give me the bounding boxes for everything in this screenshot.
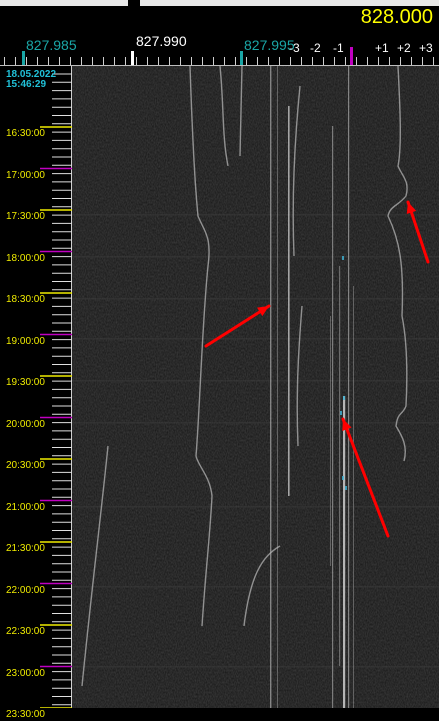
waterfall-noise xyxy=(72,66,439,708)
offset-label-plus2: +2 xyxy=(397,41,411,55)
offset-label-minus1: -1 xyxy=(333,41,344,55)
offset-label-plus3: +3 xyxy=(419,41,433,55)
scale-center-marker xyxy=(350,47,353,65)
waterfall-band xyxy=(72,666,439,668)
time-label: 20:00:00 xyxy=(6,418,45,430)
time-label: 17:30:00 xyxy=(6,211,45,222)
waterfall-band xyxy=(72,214,439,216)
scale-major-tick-827995 xyxy=(240,51,243,65)
time-label: 18:00:00 xyxy=(6,252,45,264)
freq-label-827985: 827.985 xyxy=(26,37,77,53)
waterfall-display[interactable] xyxy=(72,66,439,708)
waterfall-band xyxy=(72,586,439,588)
offset-label-plus1: +1 xyxy=(375,41,389,55)
freq-label-827995: 827.995 xyxy=(244,37,295,53)
offset-label-minus2: -2 xyxy=(310,41,321,55)
freq-label-827990: 827.990 xyxy=(136,33,187,49)
time-label: 17:00:00 xyxy=(6,169,45,181)
center-frequency-readout: 828.000 xyxy=(360,6,433,28)
waterfall-carrier xyxy=(332,126,334,708)
waterfall-band xyxy=(72,256,439,258)
time-label: 19:30:00 xyxy=(6,377,45,388)
time-label: 21:00:00 xyxy=(6,501,45,513)
waterfall-band xyxy=(72,506,439,508)
time-label: 23:30:00 xyxy=(6,709,45,720)
waterfall-signal-dot xyxy=(340,411,342,415)
time-label: 18:30:00 xyxy=(6,294,45,305)
time-label: 16:30:00 xyxy=(6,128,45,139)
time-label: 19:00:00 xyxy=(6,335,45,347)
waterfall-carrier xyxy=(330,316,331,566)
waterfall-signal-dot xyxy=(345,486,347,490)
waterfall-carrier xyxy=(339,266,341,666)
waterfall-carrier xyxy=(270,66,272,708)
waterfall-band xyxy=(72,422,439,424)
waterfall-band xyxy=(72,298,439,300)
scale-major-tick-827985 xyxy=(22,51,25,65)
waterfall-band xyxy=(72,380,439,382)
waterfall-carrier xyxy=(343,396,346,708)
waterfall-signal-dot xyxy=(342,256,344,260)
offset-label-minus3: -3 xyxy=(289,41,300,55)
time-label: 21:30:00 xyxy=(6,543,45,554)
waterfall-carrier xyxy=(348,66,350,708)
waterfall-image xyxy=(72,66,439,708)
scale-major-tick-827990 xyxy=(131,51,134,65)
time-label: 22:00:00 xyxy=(6,584,45,596)
waterfall-signal-dot xyxy=(343,396,345,400)
waterfall-carrier xyxy=(288,106,290,496)
time-label: 22:30:00 xyxy=(6,626,45,637)
time-label: 23:00:00 xyxy=(6,667,45,679)
time-label: 20:30:00 xyxy=(6,460,45,471)
waterfall-carrier xyxy=(277,66,278,708)
waterfall-carrier xyxy=(353,286,354,708)
start-time-label: 15:46:29 xyxy=(6,79,47,90)
waterfall-signal-dot xyxy=(342,476,344,480)
waterfall-band xyxy=(72,338,439,340)
